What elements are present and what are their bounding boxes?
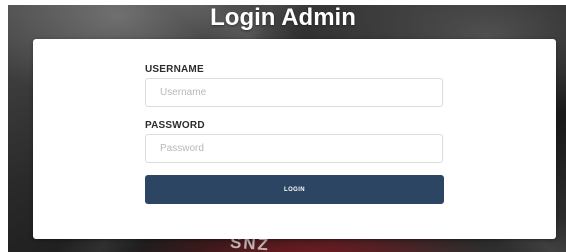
login-card: USERNAME PASSWORD LOGIN: [33, 39, 556, 239]
password-input[interactable]: [145, 134, 443, 163]
password-label: PASSWORD: [145, 120, 205, 131]
username-input[interactable]: [145, 78, 443, 107]
page-title: Login Admin: [210, 4, 356, 31]
login-button[interactable]: LOGIN: [145, 175, 444, 204]
username-label: USERNAME: [145, 64, 204, 75]
